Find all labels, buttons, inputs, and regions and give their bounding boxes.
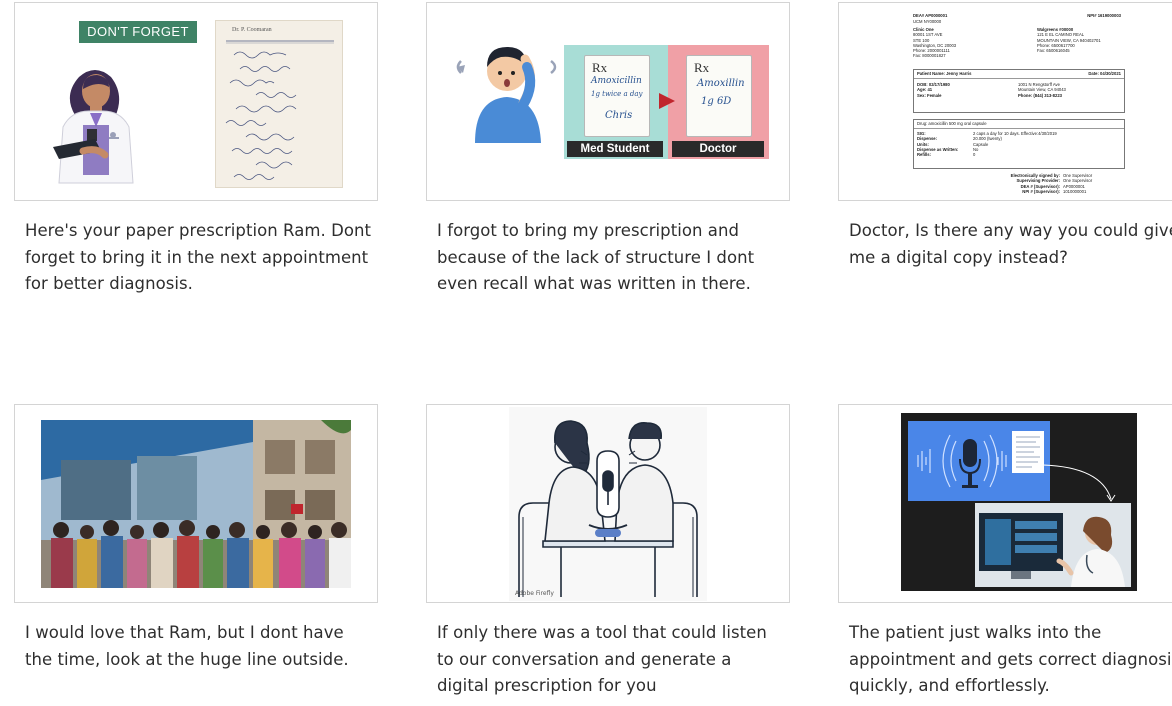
crowded-clinic-photo [41, 420, 351, 588]
clinic-line: Fax: 8000001827 [913, 53, 946, 59]
sign-value: 1010000001 [1063, 188, 1087, 194]
comic-panel-5: Adobe Firefly If only there was a tool t… [426, 404, 790, 700]
panel-4-illustration [14, 404, 378, 603]
panel-5-caption: If only there was a tool that could list… [437, 623, 767, 695]
med-student-label: Med Student [567, 141, 663, 157]
comic-panel-4: I would love that Ram, but I dont have t… [14, 404, 378, 673]
digital-prescription-document: DEA# AP0000001 NPI# 1619000003 UCM NY000… [913, 13, 1127, 197]
handwritten-prescription: Dr. P. Coomaran [215, 20, 343, 188]
audio-to-text-screen [908, 421, 1050, 501]
script-line: 1g 6D [701, 96, 732, 107]
med-student-prescription: Rx Amoxicillin 1g twice a day Chris Med … [564, 45, 668, 159]
row-value: 0 [973, 152, 976, 158]
patient-name: Patient Name: Jenny Harris [917, 71, 972, 76]
panel-5-illustration: Adobe Firefly [426, 404, 790, 603]
dont-forget-badge: DON'T FORGET [79, 21, 197, 43]
doctor-at-screen-photo [975, 503, 1131, 587]
scribble-lines [225, 40, 334, 180]
panel-6-caption: The patient just walks into the appointm… [849, 623, 1172, 695]
connector-arrow [1042, 464, 1116, 502]
arrow-right-icon [659, 93, 675, 109]
comic-panel-2: Rx Amoxicillin 1g twice a day Chris Med … [426, 2, 790, 298]
comic-panel-1: DON'T FORGET Dr. P. Coomaran Here's your… [14, 2, 378, 298]
doctor-prescription: Rx Amoxillin 1g 6D Doctor [668, 45, 769, 159]
panel-4-caption: I would love that Ram, but I dont have t… [25, 623, 349, 669]
address-line: Phone: (844) 313-8223 [1018, 92, 1062, 98]
script-line: Amoxicillin [591, 76, 642, 86]
drug-rows: SIG: 2 caps a day for 10 days. Effective:… [917, 131, 1123, 157]
patient-address: 1001 N Rengstorff Ave Mountain View, CA … [1018, 82, 1066, 98]
microphone-icon [917, 431, 1044, 488]
comic-panel-6: The patient just walks into the appointm… [838, 404, 1172, 700]
comic-panel-3: DEA# AP0000001 NPI# 1619000003 UCM NY000… [838, 2, 1172, 271]
drug-name: Drug: amoxicillin 500 mg oral capsule [917, 121, 987, 126]
clinic-address: Clinic One 80001 1ST AVE STE 100 Washing… [913, 27, 956, 59]
ai-scribe-graphic [901, 413, 1137, 591]
dea-number: DEA# AP0000001 [913, 13, 948, 18]
npi-number: NPI# 1619000003 [1087, 13, 1121, 18]
address-line: Mountain View, CA 94043 [1018, 87, 1066, 93]
crowd-queue-image [41, 420, 351, 588]
patient-box: Patient Name: Jenny Harris Date: 04/30/2… [913, 69, 1125, 113]
signature-block: Electronically signed by: One Supervisor … [1001, 173, 1125, 194]
panel-3-caption: Doctor, Is there any way you could give … [849, 221, 1172, 267]
script-line: Chris [605, 110, 633, 121]
ucm-number: UCM NY00000 [913, 19, 942, 24]
panel-2-illustration: Rx Amoxicillin 1g twice a day Chris Med … [426, 2, 790, 201]
panel-6-illustration [838, 404, 1172, 603]
script-line: Amoxillin [697, 78, 745, 89]
pharmacy-address: Walgreens #00000 121 E EL CAMINO REAL MO… [1037, 27, 1101, 53]
rx-symbol: Rx [694, 60, 710, 75]
detail-line: Sex: Female [917, 92, 942, 98]
doctor-patient-microphone-drawing [518, 420, 698, 597]
script-line: 1g twice a day [591, 90, 643, 98]
rx-symbol: Rx [592, 60, 608, 75]
doctor-label: Doctor [672, 141, 764, 157]
confused-man-illustration [456, 47, 557, 143]
panel-1-caption: Here's your paper prescription Ram. Dont… [25, 221, 372, 293]
panel-3-illustration: DEA# AP0000001 NPI# 1619000003 UCM NY000… [838, 2, 1172, 201]
pharmacy-line: Fax: 6500616045 [1037, 48, 1070, 54]
image-credit: Adobe Firefly [515, 590, 554, 597]
prescription-date: Date: 04/30/2021 [1088, 71, 1121, 76]
panel-2-caption: I forgot to bring my prescription and be… [437, 221, 755, 293]
patient-details: DOB: 02/17/1980 Age: 41 Sex: Female [917, 82, 950, 98]
sign-label: NPI # (Supervisor): [1022, 188, 1060, 194]
row-label: Refills: [917, 152, 931, 158]
conversation-sketch: Adobe Firefly [509, 407, 707, 601]
panel-1-illustration: DON'T FORGET Dr. P. Coomaran [14, 2, 378, 201]
drug-box: Drug: amoxicillin 500 mg oral capsule SI… [913, 119, 1125, 169]
doctor-monitor-image [975, 503, 1131, 587]
doctor-illustration [53, 70, 134, 184]
